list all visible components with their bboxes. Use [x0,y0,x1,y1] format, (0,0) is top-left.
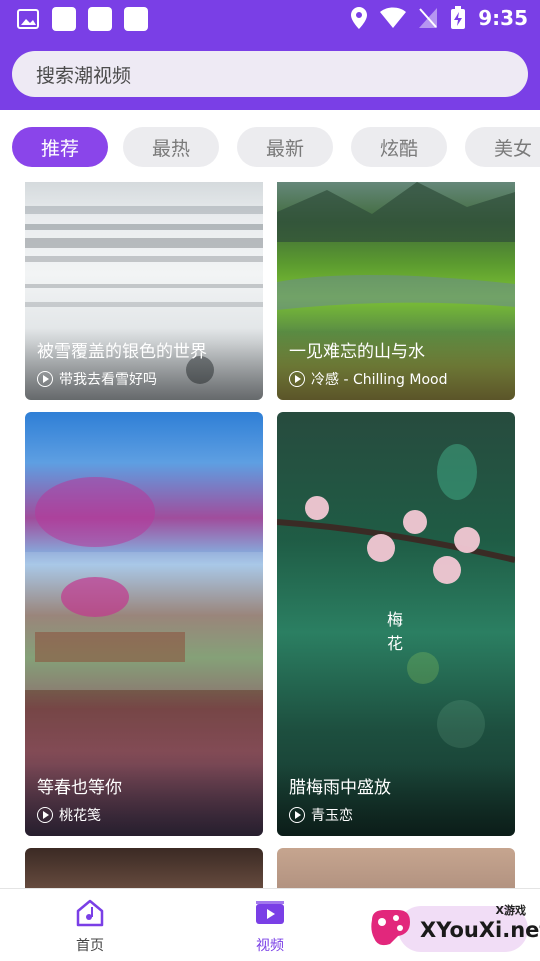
music-name: 带我去看雪好吗 [59,372,157,388]
location-icon [351,7,368,29]
video-meta: 带我去看雪好吗 [37,369,157,389]
music-name: 桃花笺 [59,808,101,824]
music-name: 青玉恋 [311,808,353,824]
tab-recommended[interactable]: 推荐 [12,127,108,167]
play-icon [37,807,53,823]
search-input[interactable]: 搜索潮视频 [12,51,528,97]
watermark-brand: XYouXi.net [420,918,540,942]
notification-icons [16,7,148,31]
system-icons: 9:35 [350,6,528,30]
video-card[interactable]: 梅 花 腊梅雨中盛放 青玉恋 [277,412,515,836]
nav-video-label: 视频 [256,938,284,954]
nav-home[interactable]: 首页 [50,899,130,955]
nav-home-label: 首页 [76,938,104,954]
search-placeholder: 搜索潮视频 [36,64,132,87]
play-icon [289,807,305,823]
app-notification-icon [88,7,112,31]
play-icon [37,371,53,387]
header: 搜索潮视频 [0,38,540,110]
video-icon [256,901,284,924]
home-icon [76,899,104,927]
video-card[interactable]: 等春也等你 桃花笺 [25,412,263,836]
video-title: 一见难忘的山与水 [289,342,425,362]
no-signal-icon [419,8,438,28]
tab-newest[interactable]: 最新 [237,127,333,167]
video-card[interactable] [277,848,515,888]
video-title: 等春也等你 [37,778,122,798]
video-meta: 桃花笺 [37,805,101,825]
status-bar: 9:35 [0,0,540,38]
video-card[interactable]: 一见难忘的山与水 冷感 - Chilling Mood [277,182,515,400]
tab-label: 美女 [493,137,532,160]
image-notification-icon [17,9,39,29]
watermark-tag: X游戏 [495,904,526,917]
watermark: X游戏 XYouXi.net [368,900,540,956]
play-icon [289,371,305,387]
tab-label: 炫酷 [379,137,418,160]
video-card[interactable] [25,848,263,888]
video-feed[interactable]: 被雪覆盖的银色的世界 带我去看雪好吗 一见难忘的山与水 冷感 - Chillin… [0,182,540,888]
music-name: 冷感 - Chilling Mood [311,372,448,388]
clock: 9:35 [478,6,528,30]
video-title: 腊梅雨中盛放 [289,778,391,798]
video-title: 被雪覆盖的银色的世界 [37,342,207,362]
tab-label: 最热 [151,137,190,160]
category-tabs: 推荐 最热 最新 炫酷 美女 [0,110,540,186]
tab-label: 推荐 [40,137,79,160]
video-meta: 青玉恋 [289,805,353,825]
app-notification-icon [124,7,148,31]
wifi-icon [380,7,407,28]
app-notification-icon [52,7,76,31]
tab-beauty[interactable]: 美女 [465,127,540,167]
tab-cool[interactable]: 炫酷 [351,127,447,167]
video-meta: 冷感 - Chilling Mood [289,369,447,389]
tab-label: 最新 [265,137,304,160]
video-card[interactable]: 被雪覆盖的银色的世界 带我去看雪好吗 [25,182,263,400]
battery-charging-icon [451,6,466,29]
tab-hottest[interactable]: 最热 [123,127,219,167]
nav-video[interactable]: 视频 [230,899,310,955]
overlay-text: 梅 花 [387,610,404,653]
